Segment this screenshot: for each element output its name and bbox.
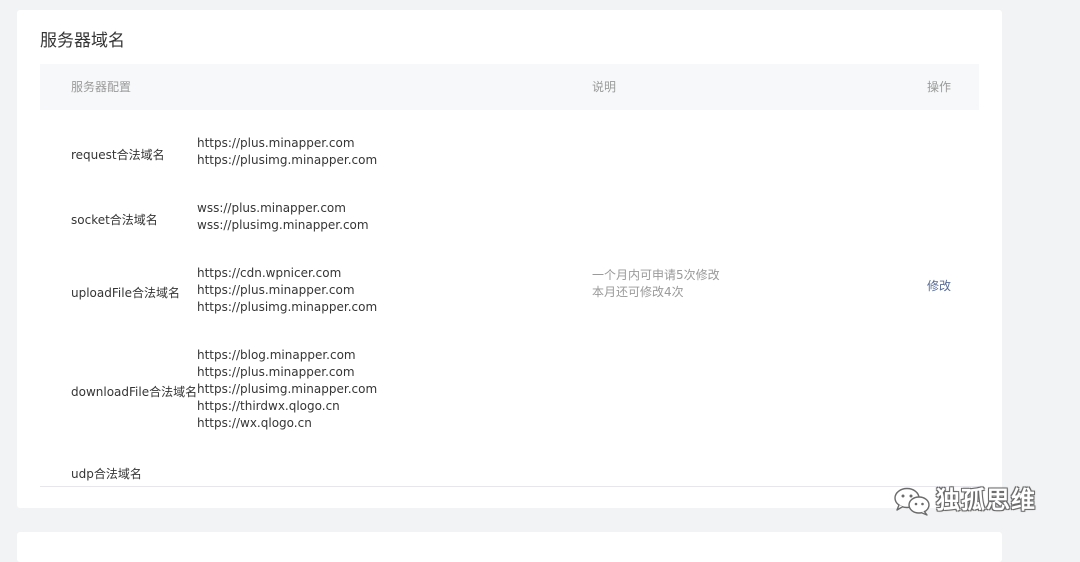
domain-item: https://blog.minapper.com: [197, 348, 356, 362]
domain-item: https://plusimg.minapper.com: [197, 153, 378, 167]
domain-item: https://thirdwx.qlogo.cn: [197, 399, 340, 413]
next-section-card: [17, 532, 1002, 562]
row-label-downloadfile: downloadFile合法域名: [71, 385, 198, 399]
row-label-socket: socket合法域名: [71, 213, 158, 227]
modify-link[interactable]: 修改: [927, 277, 951, 294]
domain-item: https://plusimg.minapper.com: [197, 382, 378, 396]
row-label-udp: udp合法域名: [71, 467, 142, 481]
server-domain-card: 服务器域名 服务器配置 说明 操作 request合法域名 https://pl…: [17, 10, 1002, 508]
watermark-text: 独孤思维: [936, 486, 1036, 514]
domain-item: https://plus.minapper.com: [197, 365, 355, 379]
domain-list-request: https://plus.minapper.com https://plusim…: [197, 135, 377, 169]
wechat-icon: [894, 487, 930, 516]
table-header: 服务器配置 说明 操作: [40, 64, 979, 110]
domain-item: https://wx.qlogo.cn: [197, 416, 312, 430]
watermark: 独孤思维: [892, 484, 1050, 516]
table-divider: [40, 486, 979, 487]
section-title: 服务器域名: [40, 31, 125, 51]
header-operation: 操作: [927, 80, 952, 94]
description-line: 本月还可修改4次: [592, 285, 684, 299]
domain-item: wss://plus.minapper.com: [197, 201, 346, 215]
domain-table: 服务器配置 说明 操作 request合法域名 https://plus.min…: [40, 64, 979, 487]
description-line: 一个月内可申请5次修改: [592, 268, 720, 282]
header-config: 服务器配置: [71, 80, 132, 94]
header-description: 说明: [592, 80, 617, 94]
domain-item: https://plus.minapper.com: [197, 283, 355, 297]
domain-item: https://cdn.wpnicer.com: [197, 266, 342, 280]
modify-quota-description: 一个月内可申请5次修改 本月还可修改4次: [592, 267, 720, 301]
domain-item: https://plusimg.minapper.com: [197, 300, 378, 314]
domain-item: wss://plusimg.minapper.com: [197, 218, 369, 232]
domain-list-uploadfile: https://cdn.wpnicer.com https://plus.min…: [197, 265, 377, 316]
domain-list-downloadfile: https://blog.minapper.com https://plus.m…: [197, 347, 377, 432]
row-label-request: request合法域名: [71, 148, 165, 162]
domain-item: https://plus.minapper.com: [197, 136, 355, 150]
domain-list-socket: wss://plus.minapper.com wss://plusimg.mi…: [197, 200, 369, 234]
row-label-uploadfile: uploadFile合法域名: [71, 286, 180, 300]
